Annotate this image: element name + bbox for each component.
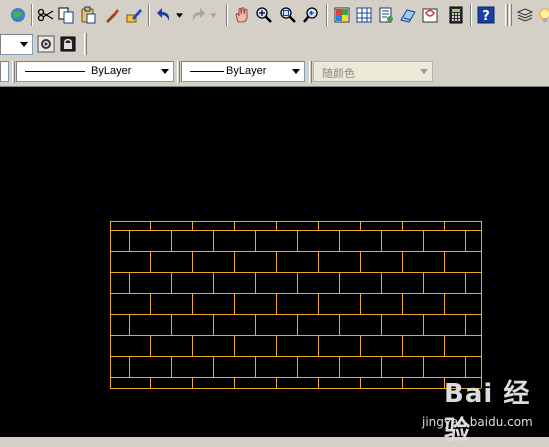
properties-icon[interactable]	[332, 5, 352, 25]
chevron-down-icon[interactable]	[288, 62, 304, 81]
watermark-url: jingyan.baidu.com	[422, 415, 533, 429]
copy-icon[interactable]	[56, 5, 76, 25]
cut-icon[interactable]	[36, 5, 56, 25]
redo-dropdown-icon	[208, 5, 218, 25]
markup-icon[interactable]	[420, 5, 440, 25]
svg-text:?: ?	[482, 9, 490, 24]
tool-palettes-icon[interactable]	[376, 5, 396, 25]
linetype-preview-line	[25, 71, 85, 72]
redo-icon	[188, 5, 208, 25]
zoom-previous-icon[interactable]	[302, 5, 322, 25]
zoom-window-icon[interactable]	[278, 5, 298, 25]
properties-toolbar: ByLayer ByLayer 随颜色	[0, 58, 549, 87]
plotstyle-combo: 随颜色	[313, 61, 433, 82]
lock-icon[interactable]	[58, 34, 78, 54]
chevron-down-icon	[416, 62, 432, 81]
lineweight-preview-line	[190, 71, 224, 72]
layer-manager-icon[interactable]	[515, 5, 535, 25]
standard-toolbar: ?	[0, 0, 549, 31]
color-combo[interactable]	[0, 61, 9, 82]
sheet-set-icon[interactable]	[398, 5, 418, 25]
undo-icon[interactable]	[154, 5, 174, 25]
chevron-down-icon[interactable]	[157, 62, 173, 81]
lineweight-combo-value: ByLayer	[226, 65, 267, 77]
help-icon[interactable]: ?	[476, 5, 496, 25]
calculator-icon[interactable]	[446, 5, 466, 25]
watermark-logo: Bai 经验	[444, 379, 531, 446]
workspace-toolbar	[0, 30, 549, 59]
chevron-down-icon[interactable]	[16, 35, 32, 54]
block-editor-icon[interactable]	[124, 5, 144, 25]
undo-dropdown-icon[interactable]	[174, 5, 184, 25]
lineweight-combo[interactable]: ByLayer	[181, 61, 305, 82]
zoom-realtime-icon[interactable]	[254, 5, 274, 25]
paste-icon[interactable]	[78, 5, 98, 25]
match-properties-icon[interactable]	[102, 5, 122, 25]
workspace-combo[interactable]	[0, 34, 33, 55]
workspace-settings-icon[interactable]	[36, 34, 56, 54]
plotstyle-combo-value: 随颜色	[322, 68, 355, 80]
watermark: Bai 经验 jingyan.baidu.com	[420, 373, 548, 446]
linetype-combo-value: ByLayer	[91, 65, 132, 77]
linetype-combo[interactable]: ByLayer	[16, 61, 174, 82]
pan-icon[interactable]	[232, 5, 252, 25]
layer-state-icon[interactable]	[537, 5, 549, 25]
publish-icon[interactable]	[8, 5, 28, 25]
design-center-icon[interactable]	[354, 5, 374, 25]
